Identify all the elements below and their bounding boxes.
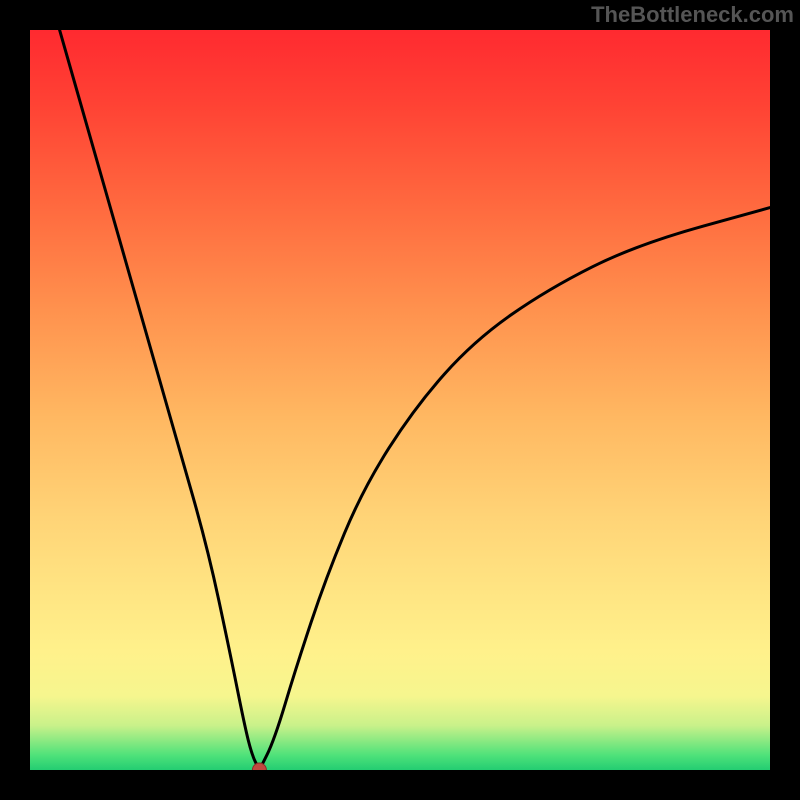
- series-group: [60, 30, 770, 770]
- chart-frame: [30, 30, 770, 770]
- bottleneck-curve: [60, 30, 770, 770]
- chart-svg: [30, 30, 770, 770]
- minimum-marker: [252, 763, 266, 770]
- watermark-text: TheBottleneck.com: [591, 2, 794, 28]
